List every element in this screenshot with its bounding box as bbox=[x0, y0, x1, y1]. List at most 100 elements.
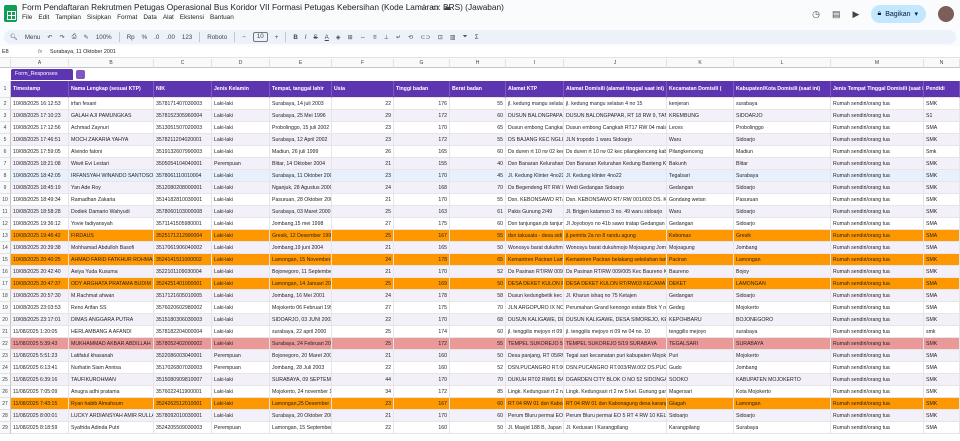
column-header-k[interactable]: K bbox=[667, 59, 734, 68]
column-title[interactable]: Kecamatan Domisili ( bbox=[667, 81, 734, 98]
table-cell[interactable]: Sidoarjo bbox=[734, 182, 831, 194]
table-cell[interactable]: SOOKO bbox=[667, 374, 734, 386]
table-cell[interactable]: Madiun bbox=[734, 146, 831, 158]
table-cell[interactable]: jl. kedung mangu selatan 4 no 15 bbox=[506, 98, 564, 110]
table-cell[interactable]: Laki-laki bbox=[212, 206, 270, 218]
table-cell[interactable]: Rumah sendiri/orang tua bbox=[831, 146, 924, 158]
row-number[interactable]: 25 bbox=[0, 374, 11, 386]
table-cell[interactable]: Yan Ade Roy bbox=[69, 182, 154, 194]
table-cell[interactable]: 170 bbox=[394, 122, 450, 134]
borders-icon[interactable]: ⊞ bbox=[348, 34, 353, 41]
table-cell[interactable]: tenggilis mejoyo bbox=[667, 326, 734, 338]
table-cell[interactable]: 60 bbox=[450, 218, 506, 230]
table-cell[interactable]: Aeiya Yuda Kusuma bbox=[69, 266, 154, 278]
table-cell[interactable]: 10/08/2025 18:42:05 bbox=[11, 170, 69, 182]
table-cell[interactable]: LUCKY ARDIANSYAH AMIR RULLA bbox=[69, 410, 154, 422]
table-cell[interactable]: Lingk. Kedungsari rt 2 rw 5 kel. Gunung … bbox=[564, 386, 667, 398]
table-cell[interactable]: 3578060103000008 bbox=[154, 206, 212, 218]
table-cell[interactable]: S1 bbox=[924, 110, 960, 122]
column-header-m[interactable]: M bbox=[831, 59, 924, 68]
formula-input[interactable]: Surabaya, 11 Oktober 2001 bbox=[50, 49, 116, 55]
table-cell[interactable]: Pakis Gunung 2/49 bbox=[506, 206, 564, 218]
table-cell[interactable]: surabaya, 22 april 2000 bbox=[270, 326, 332, 338]
undo-icon[interactable]: ↶ bbox=[47, 34, 52, 41]
table-cell[interactable]: 58 bbox=[450, 290, 506, 302]
table-cell[interactable]: SMK bbox=[924, 266, 960, 278]
table-cell[interactable]: IRFANSYAH WINANDO SANTOSO bbox=[69, 170, 154, 182]
table-cell[interactable]: 70 bbox=[450, 302, 506, 314]
zoom-select[interactable]: 100% bbox=[96, 34, 112, 41]
table-cell[interactable]: 175 bbox=[394, 302, 450, 314]
table-cell[interactable]: 165 bbox=[394, 146, 450, 158]
menu-tools[interactable]: Alat bbox=[163, 14, 174, 21]
table-cell[interactable]: KREMBUNG bbox=[667, 110, 734, 122]
column-title[interactable]: Usia bbox=[332, 81, 394, 98]
table-cell[interactable]: 3578182204000004 bbox=[154, 326, 212, 338]
table-cell[interactable]: Surabaya, 20 Oktober 2003 bbox=[270, 410, 332, 422]
table-cell[interactable]: 11/08/2025 8:00:01 bbox=[11, 410, 69, 422]
table-cell[interactable]: 10/08/2025 17:59:05 bbox=[11, 146, 69, 158]
row-number[interactable]: 15 bbox=[0, 254, 11, 266]
link-icon[interactable]: ⊂⊃ bbox=[420, 34, 430, 41]
table-cell[interactable]: 175 bbox=[394, 218, 450, 230]
row-number[interactable]: 10 bbox=[0, 194, 11, 206]
column-title[interactable]: Alamat KTP bbox=[506, 81, 564, 98]
table-cell[interactable]: 11/08/2025 7:43:15 bbox=[11, 398, 69, 410]
table-cell[interactable]: DGARDEN CITY BLOK O NO 52 SIDONGANTI bbox=[564, 374, 667, 386]
column-header-g[interactable]: G bbox=[394, 59, 450, 68]
table-cell[interactable]: Sidoarjo bbox=[734, 134, 831, 146]
table-cell[interactable]: 170 bbox=[394, 314, 450, 326]
table-cell[interactable]: Rumah sendiri/orang tua bbox=[831, 218, 924, 230]
table-cell[interactable]: 10/08/2025 18:49:34 bbox=[11, 194, 69, 206]
table-cell[interactable]: 176 bbox=[394, 98, 450, 110]
column-header-h[interactable]: H bbox=[450, 59, 506, 68]
sheets-logo-icon[interactable] bbox=[4, 5, 17, 22]
table-cell[interactable]: Sidoarjo bbox=[734, 218, 831, 230]
table-cell[interactable]: Ds Pasinan RT/RW 009/005 Kec Baureno K bbox=[564, 266, 667, 278]
menu-help[interactable]: Bantuan bbox=[210, 14, 234, 21]
column-header-j[interactable]: J bbox=[564, 59, 667, 68]
functions-icon[interactable]: Σ bbox=[475, 34, 479, 41]
paint-format-icon[interactable]: ✎ bbox=[84, 34, 89, 41]
table-cell[interactable]: 11/08/2025 5:39:43 bbox=[11, 338, 69, 350]
table-cell[interactable]: Gresik bbox=[734, 230, 831, 242]
avatar[interactable] bbox=[938, 6, 954, 22]
table-cell[interactable]: Rumah sendiri/orang tua bbox=[831, 326, 924, 338]
table-cell[interactable]: SMA bbox=[924, 302, 960, 314]
decrease-decimal-button[interactable]: .0 bbox=[154, 34, 159, 41]
table-cell[interactable]: DUSUN BALONGPAPAR, RT 18 RW 9, TAMBAK bbox=[564, 110, 667, 122]
table-cell[interactable]: Laki-laki bbox=[212, 398, 270, 410]
table-cell[interactable]: Dusun embong Cangkah RT17 RW 04 malas bbox=[564, 122, 667, 134]
table-cell[interactable]: 25 bbox=[332, 326, 394, 338]
column-title[interactable]: Jenis Kelamin bbox=[212, 81, 270, 98]
column-title[interactable]: Kabupaten/Kota Domisili (saat ini) bbox=[734, 81, 831, 98]
column-header-a[interactable]: A bbox=[11, 59, 69, 68]
table-cell[interactable]: Mojokerto bbox=[734, 302, 831, 314]
column-header-c[interactable]: C bbox=[154, 59, 212, 68]
table-cell[interactable]: 55 bbox=[450, 338, 506, 350]
table-cell[interactable]: 44 bbox=[332, 374, 394, 386]
table-cell[interactable]: 10/08/2025 17:12:56 bbox=[11, 122, 69, 134]
table-cell[interactable]: Laki-laki bbox=[212, 410, 270, 422]
row-number[interactable]: 22 bbox=[0, 338, 11, 350]
table-cell[interactable]: 27 bbox=[332, 302, 394, 314]
table-cell[interactable]: Dsn Banaran Kelurahan bbox=[506, 158, 564, 170]
table-cell[interactable]: DUSUN BALONGPAPAR RT bbox=[506, 110, 564, 122]
column-header-f[interactable]: F bbox=[332, 59, 394, 68]
table-cell[interactable]: Gudo bbox=[667, 362, 734, 374]
table-cell[interactable]: Rumah sendiri/orang tua bbox=[831, 194, 924, 206]
table-cell[interactable]: 21 bbox=[332, 266, 394, 278]
column-title[interactable]: Berat badan bbox=[450, 81, 506, 98]
table-cell[interactable]: Surabaya bbox=[734, 422, 831, 434]
table-cell[interactable]: 155 bbox=[394, 158, 450, 170]
table-cell[interactable]: 3578211204020001 bbox=[154, 134, 212, 146]
table-cell[interactable]: 22 bbox=[332, 98, 394, 110]
table-cell[interactable]: Gedangan bbox=[667, 182, 734, 194]
table-cell[interactable]: irfan fesani bbox=[69, 98, 154, 110]
table-cell[interactable]: 23 bbox=[332, 170, 394, 182]
table-cell[interactable]: SMA bbox=[924, 278, 960, 290]
table-cell[interactable]: Laki-laki bbox=[212, 302, 270, 314]
row-number[interactable]: 5 bbox=[0, 134, 11, 146]
select-all-corner[interactable] bbox=[0, 59, 11, 68]
table-cell[interactable]: 178 bbox=[394, 254, 450, 266]
